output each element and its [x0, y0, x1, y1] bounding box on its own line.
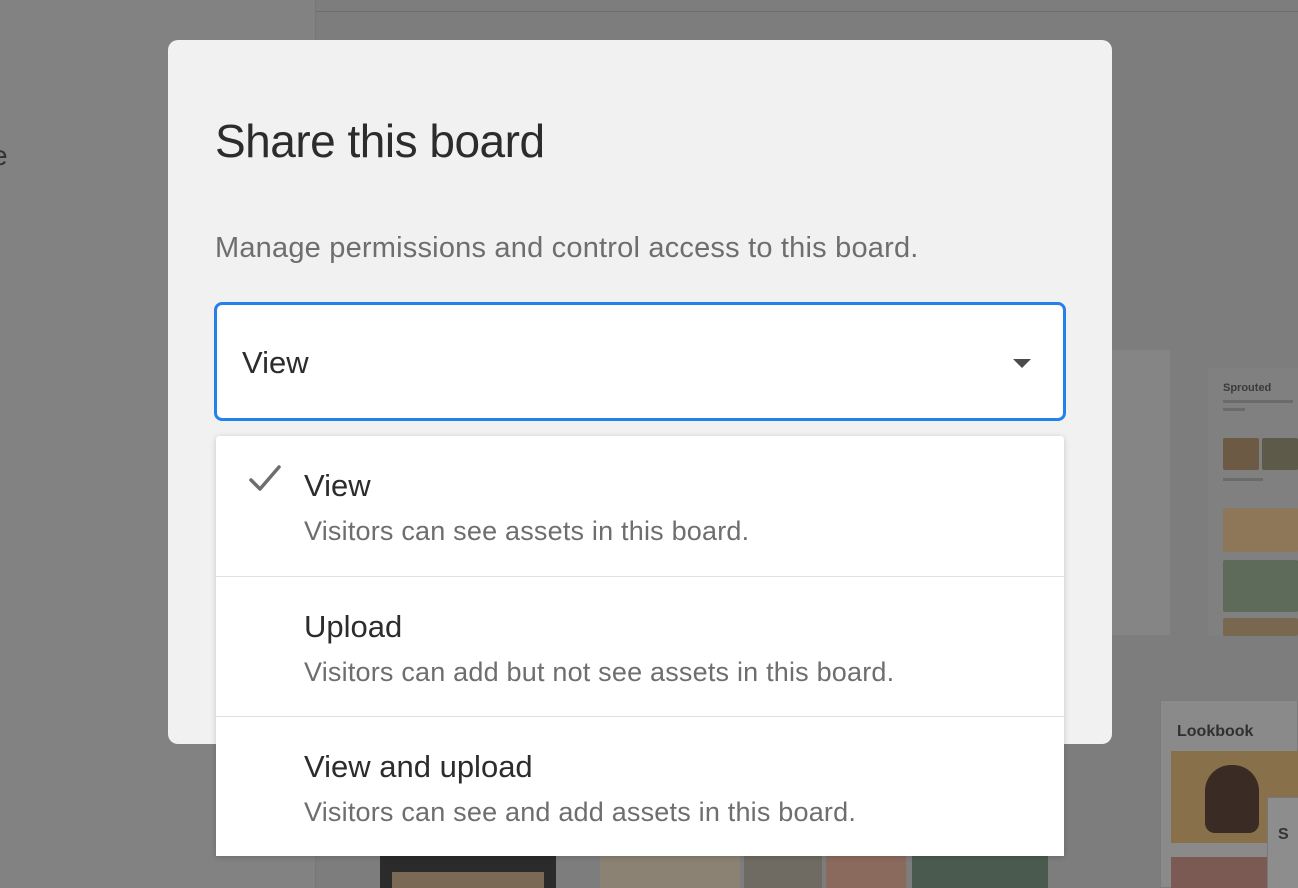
- permission-option-upload[interactable]: Upload Visitors can add but not see asse…: [216, 576, 1064, 716]
- background-thumbnail: [1262, 438, 1298, 470]
- background-lookbook-tab: S: [1267, 797, 1298, 888]
- background-thumbnail: [1223, 618, 1298, 636]
- background-thumbnail: [1223, 438, 1259, 470]
- background-thumbnail-strip: [912, 856, 1048, 888]
- background-portrait-face: [1205, 765, 1259, 833]
- background-lookbook-card: Lookbook S: [1160, 700, 1298, 888]
- background-card-title: Sprouted: [1223, 382, 1272, 394]
- permission-dropdown-menu: View Visitors can see assets in this boa…: [216, 436, 1064, 856]
- option-label: View and upload: [304, 749, 533, 784]
- background-line: [1223, 400, 1293, 403]
- background-line: [1223, 478, 1263, 481]
- background-thumbnail: [1223, 560, 1298, 612]
- permission-option-view-and-upload[interactable]: View and upload Visitors can see and add…: [216, 716, 1064, 856]
- option-description: Visitors can see and add assets in this …: [304, 797, 857, 827]
- background-lookbook-title: Lookbook: [1177, 723, 1254, 740]
- permission-select[interactable]: View: [214, 302, 1066, 421]
- option-description: Visitors can add but not see assets in t…: [304, 657, 895, 687]
- background-topbar: [316, 0, 1298, 12]
- background-thumbnail: [1223, 508, 1298, 552]
- background-thumbnail-strip: [826, 856, 906, 888]
- background-thumbnail-strip: [744, 856, 822, 888]
- background-panel: [1110, 350, 1170, 635]
- background-thumbnail-strip: [392, 872, 544, 888]
- permission-select-value: View: [242, 345, 309, 380]
- option-description: Visitors can see assets in this board.: [304, 516, 750, 546]
- background-thumbnail-strip: [600, 856, 740, 888]
- background-board-card: Sprouted: [1208, 368, 1298, 636]
- option-label: View: [304, 468, 371, 503]
- dialog-description: Manage permissions and control access to…: [215, 232, 919, 264]
- option-label: Upload: [304, 609, 403, 644]
- background-line: [1223, 408, 1245, 411]
- permission-option-view[interactable]: View Visitors can see assets in this boa…: [216, 436, 1064, 576]
- background-partial-text: e: [0, 140, 8, 172]
- chevron-down-icon: [1013, 359, 1031, 368]
- dialog-title: Share this board: [215, 115, 545, 167]
- checkmark-icon: [249, 465, 281, 491]
